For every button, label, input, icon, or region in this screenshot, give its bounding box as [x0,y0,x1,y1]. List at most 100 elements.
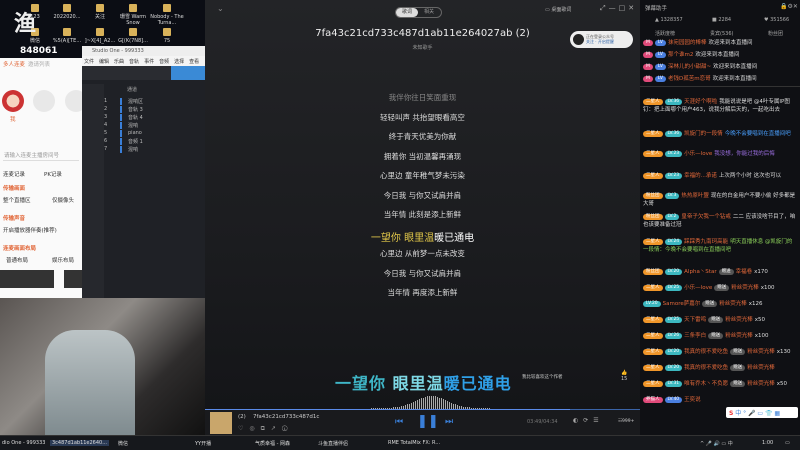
room-id-input[interactable]: 请输入连麦主播房间号 [3,150,79,161]
user-name[interactable]: 小乐—love [684,285,712,291]
taskbar-item[interactable]: RME TotalMix FX: R... [388,440,440,446]
section-title: 连麦画面布局 [3,246,37,252]
user-name[interactable]: 王奕说 [684,397,701,403]
layout-preview[interactable] [0,270,54,288]
next-button[interactable]: ⏭ [445,417,453,427]
radio-normal-layout[interactable]: 普通布局 [6,256,28,264]
taskbar-item[interactable]: YY开播 [195,440,211,447]
link-records[interactable]: 连麦记录 [3,170,25,178]
user-name[interactable]: 我真的很不爱吃鱼 [684,349,728,355]
user-name[interactable]: 抹宛园园的棒棒 [668,40,707,46]
user-name[interactable]: 踩踩秀九南珂高能 [684,239,728,245]
user-name[interactable]: 唯有乔木丶不负愿 [684,381,728,387]
user-name[interactable]: 我真的很不爱吃鱼 [684,365,728,371]
desktop-lyrics-button[interactable]: ▭ 桌面歌词 [545,6,571,13]
desktop-icon[interactable]: G[(K(7N8]... [114,28,152,44]
lyric-part: 暖已通电 [443,374,512,393]
user-name[interactable]: 皇帝子欠我一个钻戒 [681,214,731,220]
ime-toolbar[interactable]: S 中 ° 🎤 ▭ 👕 ▦ [726,407,798,418]
wave-bar [430,396,432,410]
tab-invites[interactable]: 邀请列表 [28,60,50,68]
track-color [120,138,122,145]
track-row[interactable]: 6 音频 1 [104,138,174,146]
fan-badge: 粉丝团 [643,213,663,220]
file-icon [96,4,104,12]
chat-message: 二星人 LV.36 凯旋门的一段情 今晚不会要唱到在直播间吧 [643,130,797,138]
track-actions[interactable]: ♡◎⧉↗ⓘ [238,425,294,433]
radio-ent-layout[interactable]: 娱乐布局 [52,256,74,264]
menu-item[interactable]: 文件 [84,59,94,65]
player-options[interactable]: ◐⟳☰ [573,417,604,424]
user-name[interactable]: 那个谁m2 [668,52,693,58]
progress-fill[interactable] [205,409,571,410]
tab-activity[interactable]: 活跃度榜 [655,30,675,37]
menu-item[interactable]: 乐曲 [114,59,124,65]
track-row[interactable]: 2 音轨 3 [104,106,174,114]
user-name[interactable]: Samore萨嘉尔 [663,301,701,307]
tab-vip[interactable]: 贵宾(536) [710,30,733,37]
track-row[interactable]: 3 音轨 4 [104,114,174,122]
user-name[interactable]: 三条李白 [684,333,706,339]
user-name[interactable]: 幸福的...承诺 [684,173,717,179]
track-row[interactable]: 4 混响 [104,122,174,130]
track-row[interactable]: 7 混响 [104,146,174,154]
desktop-icon[interactable]: 75 [148,28,186,44]
follow-promo[interactable]: 正在登录公众号 关注 · 开启提醒 [570,31,633,48]
menu-item[interactable]: 音频 [159,59,169,65]
collapse-icon[interactable]: ⌄ [217,4,224,13]
menu-item[interactable]: 事件 [144,59,154,65]
user-name[interactable]: 凯旋门的一段情 [684,131,723,137]
wave-bar [432,396,434,410]
track-name: 音轨 3 [128,107,143,113]
window-controls[interactable]: ⤢—□✕ [600,4,637,13]
notification-icon[interactable]: ▭ [785,440,790,446]
user-name[interactable]: 老钱D孤苦m恋哥 [668,76,711,82]
taskbar-item[interactable]: 3c487d1ab11e2640... [50,440,109,446]
lyrics-toggle[interactable]: 歌词 相关 [395,7,442,18]
user-name[interactable]: Alpha丶Star [684,269,716,275]
tab-fans[interactable]: 粉丝团 [768,30,783,37]
pk-records[interactable]: PK记录 [44,170,62,178]
layout-preview[interactable] [64,270,82,288]
album-art[interactable] [210,412,232,434]
taskbar-item[interactable]: 斗鱼直播伴侣 [318,440,348,447]
user-name[interactable]: 天涯好个啊啦 [684,99,717,105]
danmaku-assistant: 弹幕助手 🔒⚙✕ ▲ 1328357 ■ 2284 ♥ 351566 活跃度榜 … [640,0,800,435]
comments-button[interactable]: ☷999+ [618,419,634,424]
chat-message: 二星人 LV.23 小乐—love 我没想，你能过我的后悔 [643,150,797,158]
menu-item[interactable]: 查看 [189,59,199,65]
tab-related[interactable]: 相关 [418,8,440,17]
wave-bar [426,396,428,410]
desktop-icon[interactable]: Nobody - The Turna... [148,4,186,26]
level-badge: LV.25 [664,316,683,323]
pause-button[interactable]: ❚❚ [417,414,439,429]
taskbar-item[interactable]: dio One - 999333 [2,440,45,446]
radio-camera-only[interactable]: 仅摄像头 [52,196,74,204]
checkbox-audio[interactable]: 开启播放器伴奏(推荐) [3,226,57,234]
prev-button[interactable]: ⏮ [395,417,403,427]
chat-window-controls[interactable]: 🔒⚙✕ [780,3,798,10]
taskbar-item[interactable]: 气质幸福 - 网森 [255,440,290,447]
ime-indicator[interactable]: 中 [728,441,733,447]
user-name[interactable]: 深林儿的小甜甜~ [668,64,711,70]
taskbar-item[interactable]: 微信 [118,440,128,447]
like-button[interactable]: 👍 15 [621,370,627,382]
desktop-icon[interactable]: 珊雪 Warm Snow [114,4,152,26]
track-row[interactable]: 1 混响区 [104,98,174,106]
tab-lyrics[interactable]: 歌词 [396,8,418,17]
user-name[interactable]: 小乐—love [684,151,712,157]
user-name[interactable]: 天下雷鸣 [684,317,706,323]
radio-full-area[interactable]: 整个直播区 [3,196,31,204]
tab-multi-link[interactable]: 多人连麦 [3,60,25,68]
welcome-message: M LV 抹宛园园的棒棒 欢迎来到本直播间 [643,39,797,47]
menu-item[interactable]: 选择 [174,59,184,65]
empty-seat[interactable] [33,90,55,112]
tray-icons[interactable]: ^ 🎤 🔊 ▭ 中 [700,440,733,447]
lyric-line: 我伴你往日笑面重现 [388,93,457,102]
menu-item[interactable]: 编辑 [99,59,109,65]
menu-item[interactable]: 音轨 [129,59,139,65]
track-row[interactable]: 5 piano [104,130,174,138]
user-name[interactable]: 热热原叶盟 [681,193,709,199]
chat-message: 粉丝团 LV.2 皇帝子欠我一个钻戒 二二 应该没啥节目了，咱也该要准备过冠 [643,213,797,229]
tool-buttons[interactable] [171,66,205,80]
